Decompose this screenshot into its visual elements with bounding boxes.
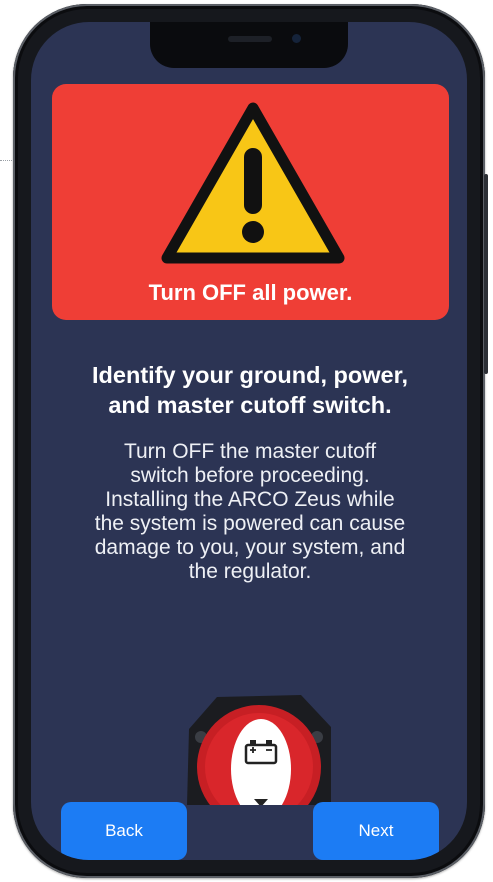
phone-notch (150, 22, 348, 68)
instruction-line-5: damage to you, your system, and (94, 536, 406, 559)
warning-banner: Turn OFF all power. (52, 84, 449, 320)
instruction-line-3: Installing the ARCO Zeus while (105, 488, 395, 511)
speaker-grille (228, 36, 272, 42)
front-camera (292, 34, 301, 43)
instruction-line-1: Turn OFF the master cutoff (123, 440, 377, 463)
battery-switch-image (187, 695, 331, 805)
instruction-text: Turn OFF the master cutoff switch before… (53, 440, 447, 584)
instruction-line-6: the regulator. (188, 560, 312, 583)
title-line-1: Identify your ground, power, (92, 362, 408, 388)
phone-frame: Turn OFF all power. Identify your ground… (13, 4, 488, 878)
side-button (484, 174, 488, 374)
next-button[interactable]: Next (313, 802, 439, 860)
instruction-line-4: the system is powered can cause (94, 512, 406, 535)
title-line-2: and master cutoff switch. (108, 392, 392, 418)
instruction-line-2: switch before proceeding. (130, 464, 370, 487)
app-screen: Turn OFF all power. Identify your ground… (31, 22, 467, 860)
warning-text: Turn OFF all power. (148, 280, 353, 305)
back-button[interactable]: Back (61, 802, 187, 860)
page-title: Identify your ground, power, and master … (51, 360, 449, 420)
warning-triangle-icon (161, 102, 345, 264)
